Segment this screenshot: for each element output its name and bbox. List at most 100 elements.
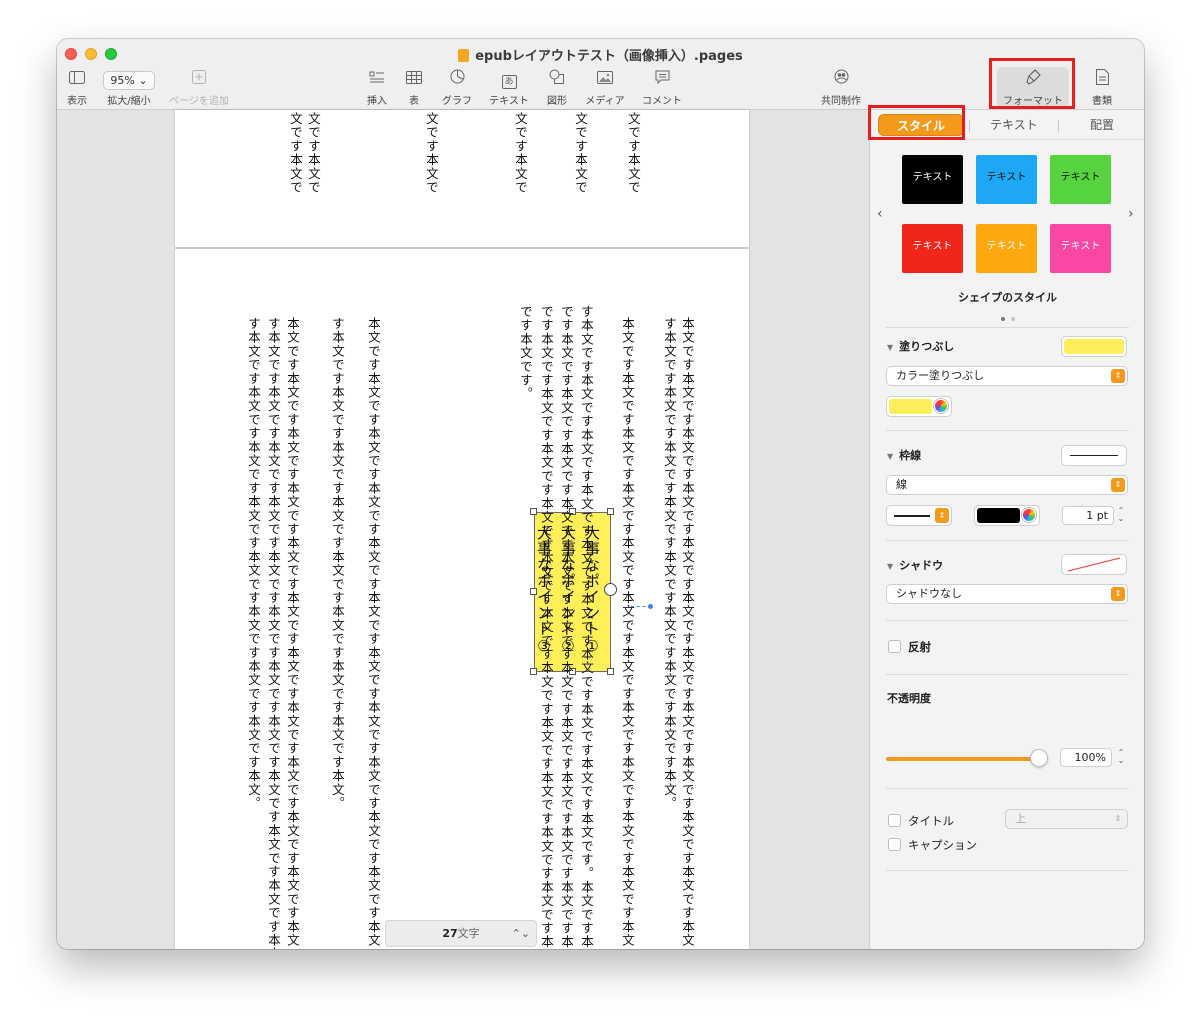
style-swatch[interactable]: テキスト [976,224,1037,273]
rotate-handle[interactable] [604,583,617,596]
chevron-right-icon[interactable]: › [1128,206,1134,222]
border-width-stepper[interactable]: ⌃ ⌄ [1116,507,1126,523]
shape-button[interactable]: 図形 [543,69,571,107]
opacity-field[interactable]: 100% [1060,748,1112,767]
body-text-column[interactable]: 文です本文で [424,112,439,242]
color-wheel-icon[interactable] [1022,508,1036,522]
plus-square-icon [161,69,237,89]
shadow-type-select[interactable]: シャドウなし ⇕ [886,584,1128,604]
paintbrush-icon [997,69,1069,89]
divider [886,788,1129,789]
line-style-select[interactable]: ⇕ [886,505,952,526]
fill-color-well[interactable] [1061,336,1127,357]
media-button[interactable]: メディア [581,69,629,107]
text-button[interactable]: あ テキスト [485,69,533,107]
shadow-section-header[interactable]: ▼ シャドウ [887,557,943,573]
body-text-column[interactable]: す本文です本文です本文です本文です本文です本文です本文です本文です本文。 [246,317,261,949]
body-text-column[interactable]: 文です本文で [626,112,641,242]
body-text-column[interactable]: す本文です本文です本文です本文です本文です本文です本文です本文です本文です本文で… [266,317,281,949]
chevron-up-down-icon: ⇕ [1111,369,1125,383]
document-canvas[interactable]: 文です本文で 文です本文で 文です本文で 文です本文で 文です本文で 文です本文で 大事な… [57,110,869,949]
insert-label: 挿入 [367,96,387,107]
body-text-column[interactable]: 文です本文で [573,112,588,242]
anchor-point[interactable] [648,604,653,609]
body-text-column[interactable]: す本文です本文です本文です本文です本文です本文です本文です本文です本文です本文で… [579,305,594,949]
page-2[interactable]: 大事なポイント① 大事なポイント② 大事なポイント③ 本文です本文です本文です本… [175,249,749,949]
opacity-slider-knob[interactable] [1030,749,1048,767]
style-swatch[interactable]: テキスト [1050,155,1111,204]
chevron-down-icon: ⌄ [138,74,148,87]
shape-styles-title: シェイプのスタイル [958,291,1057,304]
collaborate-label: 共同制作 [821,96,861,107]
body-text-column[interactable]: 本文です本文です本文です本文です本文です本文です本文です本文です本文です本文です… [680,317,695,949]
opacity-slider-track[interactable] [886,757,1040,761]
border-color-picker[interactable] [974,505,1040,526]
title-checkbox[interactable] [888,814,901,827]
window-title: epubレイアウトテスト（画像挿入）.pages [57,45,1144,64]
fill-color-picker[interactable] [886,396,952,417]
chevron-left-icon[interactable]: ‹ [877,206,883,222]
body-text-column[interactable]: 本文です本文です本文です本文です本文です本文です本文です本文です本文です本文です… [285,317,300,949]
body-text-column[interactable]: です本文です本文です本文です本文です本文です本文です本文です本文です本文です本文… [559,305,574,949]
border-width-field[interactable]: 1 pt [1062,506,1114,525]
body-text-column[interactable]: 文です本文で [288,112,303,242]
word-count-popup[interactable]: 27文字 ⌃⌄ [385,920,537,947]
comment-button[interactable]: コメント [639,69,685,107]
resize-handle[interactable] [607,668,614,675]
title-position-select[interactable]: 上 ⇕ [1005,809,1128,829]
fill-section-header[interactable]: ▼ 塗りつぶし [887,338,954,354]
border-type-select[interactable]: 線 ⇕ [886,475,1128,495]
body-text-column[interactable]: 文です本文で [306,112,321,242]
tab-style[interactable]: スタイル [878,114,964,136]
word-count-unit: 文字 [457,927,480,940]
chevron-up-down-icon: ⇕ [935,508,949,523]
page-dots[interactable] [998,306,1018,325]
body-text-column[interactable]: す本文です本文です本文です本文です本文です本文です本文です本文です本文。 [330,317,345,949]
body-text-column[interactable]: です本文です。 [518,305,533,945]
page-1[interactable]: 文です本文で 文です本文で 文です本文で 文です本文で 文です本文で 文です本文で [175,110,749,247]
shape-icon [543,69,571,89]
tab-arrange[interactable]: 配置 [1062,114,1142,136]
word-count-value: 27 [442,927,458,940]
collaborate-button[interactable]: 共同制作 [817,69,865,107]
fill-type-select[interactable]: カラー塗りつぶし ⇕ [886,366,1128,386]
body-text-column[interactable]: 文です本文で [513,112,528,242]
border-section-header[interactable]: ▼ 枠線 [887,447,921,463]
body-text-column[interactable]: 本文です本文です本文です本文です本文です本文です本文です本文です本文です本文です… [620,317,635,949]
tab-text[interactable]: テキスト [974,114,1054,136]
reflection-label: 反射 [908,640,931,654]
media-label: メディア [585,96,625,107]
comment-icon [639,69,685,89]
body-text-column[interactable]: 本文です本文です本文です本文です本文です本文です本文です本文です本文です本文です… [366,317,381,949]
reflection-checkbox[interactable] [888,640,901,653]
add-page-button[interactable]: ページを追加 [161,69,237,107]
color-wheel-icon[interactable] [934,399,948,413]
style-swatch[interactable]: テキスト [902,155,963,204]
table-button[interactable]: 表 [401,69,427,107]
document-button[interactable]: 書類 [1085,69,1119,107]
view-button[interactable]: 表示 [59,69,95,107]
body-text-column[interactable]: です本文です本文です本文です本文です本文です本文です本文です本文です本文です本文… [539,305,554,949]
body-text-column[interactable]: す本文です本文です本文です本文です本文です本文です本文です本文です本文。 [662,317,677,949]
border-style-preview[interactable] [1061,445,1127,466]
comment-label: コメント [642,96,682,107]
zoom-control[interactable]: 95% ⌄ 拡大/縮小 [101,69,157,107]
style-swatch[interactable]: テキスト [1050,224,1111,273]
insert-list-icon [363,69,391,89]
chart-button[interactable]: グラフ [437,69,477,107]
table-icon [401,69,427,89]
caption-checkbox[interactable] [888,838,901,851]
inspector-tabs: スタイル テキスト 配置 [878,114,1140,136]
format-button[interactable]: フォーマット [997,67,1069,109]
chevron-up-down-icon: ⌃⌄ [511,927,530,940]
style-swatch[interactable]: テキスト [902,224,963,273]
resize-handle[interactable] [607,508,614,515]
document-icon [1085,69,1119,89]
zoom-select[interactable]: 95% ⌄ [103,71,155,90]
shadow-preview[interactable] [1061,554,1127,575]
style-swatch[interactable]: テキスト [976,155,1037,204]
opacity-stepper[interactable]: ⌃ ⌄ [1116,749,1126,765]
table-label: 表 [409,96,419,107]
insert-button[interactable]: 挿入 [363,69,391,107]
divider [886,430,1129,431]
